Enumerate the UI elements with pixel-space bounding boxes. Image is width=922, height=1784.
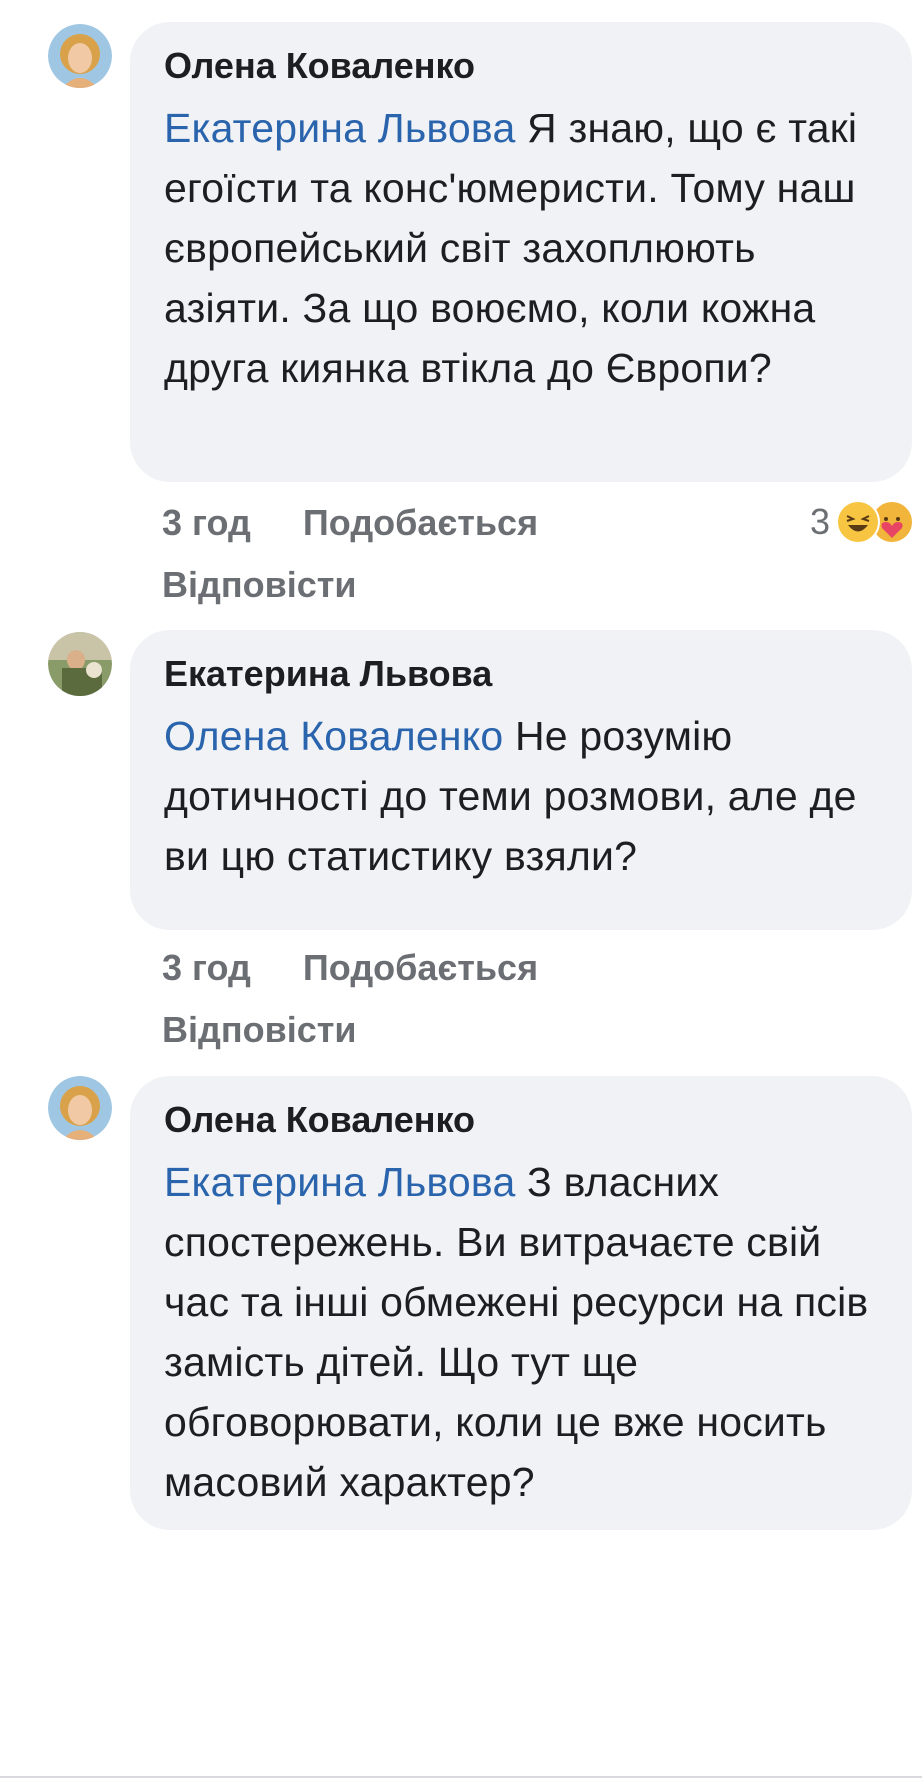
- comment-time[interactable]: 3 год: [162, 492, 251, 554]
- comment-actions: 3 год Подобається Відповісти: [162, 937, 538, 1061]
- comment-author[interactable]: Олена Коваленко: [164, 1098, 878, 1142]
- comment-text: Екатерина Львова Я знаю, що є такі егоїс…: [164, 98, 878, 398]
- comment-text: Екатерина Львова З власних спостережень.…: [164, 1152, 878, 1512]
- avatar-image: [48, 24, 112, 88]
- comment-bubble: Екатерина Львова Олена Коваленко Не розу…: [130, 630, 912, 930]
- laughing-emoji-icon: [836, 500, 880, 544]
- mention-link[interactable]: Екатерина Львова: [164, 1159, 515, 1205]
- mention-link[interactable]: Олена Коваленко: [164, 713, 503, 759]
- reply-button[interactable]: Відповісти: [162, 564, 357, 605]
- like-button[interactable]: Подобається: [303, 502, 538, 543]
- comment-actions: 3 год Подобається Відповісти: [162, 492, 538, 616]
- avatar-ekaterina[interactable]: [48, 632, 112, 696]
- comment-body: З власних спостережень. Ви витрачаєте св…: [164, 1159, 869, 1505]
- comment-author[interactable]: Екатерина Львова: [164, 652, 878, 696]
- comment-author[interactable]: Олена Коваленко: [164, 44, 878, 88]
- comment-time[interactable]: 3 год: [162, 937, 251, 999]
- avatar-image: [48, 1076, 112, 1140]
- mention-link[interactable]: Екатерина Львова: [164, 105, 515, 151]
- avatar-image: [48, 632, 112, 696]
- reaction-count: 3: [809, 501, 830, 542]
- comment-bubble: Олена Коваленко Екатерина Львова З власн…: [130, 1076, 912, 1530]
- avatar-olena[interactable]: [48, 1076, 112, 1140]
- avatar-olena[interactable]: [48, 24, 112, 88]
- reply-button[interactable]: Відповісти: [162, 1009, 357, 1050]
- reactions-summary[interactable]: 3: [810, 500, 914, 544]
- like-button[interactable]: Подобається: [303, 947, 538, 988]
- cut-off-divider: [0, 1776, 922, 1778]
- comment-text: Олена Коваленко Не розумію дотичності до…: [164, 706, 878, 886]
- comment-bubble: Олена Коваленко Екатерина Львова Я знаю,…: [130, 22, 912, 482]
